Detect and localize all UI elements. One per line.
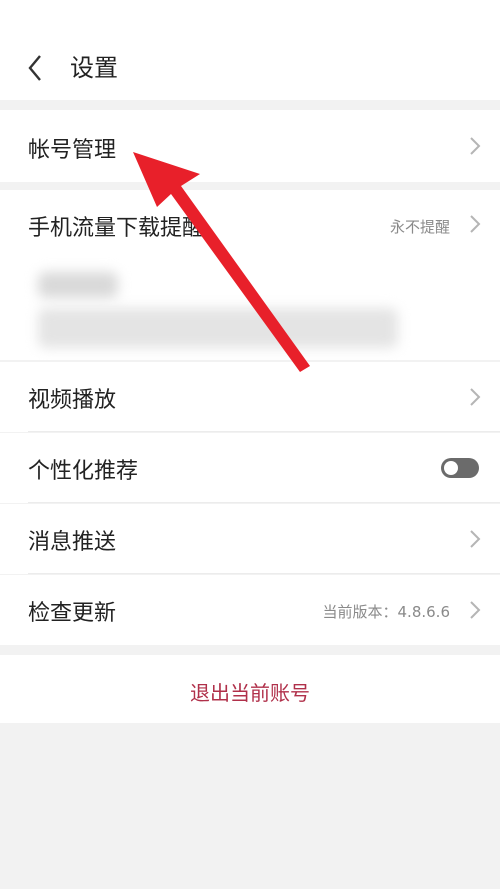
personalized-toggle[interactable]: [441, 458, 479, 478]
divider: [28, 573, 500, 574]
check-update-label: 检查更新: [28, 601, 117, 626]
video-playback-label: 视频播放: [28, 388, 117, 413]
row-video-playback[interactable]: 视频播放: [0, 362, 500, 432]
logout-button[interactable]: 退出当前账号: [0, 655, 500, 723]
logout-label: 退出当前账号: [190, 681, 310, 705]
divider: [28, 431, 500, 432]
chevron-right-icon: [470, 137, 481, 155]
chevron-right-icon: [470, 388, 481, 406]
personalized-label: 个性化推荐: [28, 459, 139, 484]
back-button[interactable]: [18, 50, 54, 86]
row-mobile-data-reminder[interactable]: 手机流量下载提醒 永不提醒: [0, 190, 500, 260]
page-title: 设置: [70, 54, 118, 82]
row-push-notifications[interactable]: 消息推送: [0, 504, 500, 574]
blurred-title: [38, 272, 118, 298]
blurred-row: [0, 260, 500, 360]
header: 设置: [0, 0, 500, 100]
mobile-data-value: 永不提醒: [389, 218, 450, 236]
row-check-update[interactable]: 检查更新 当前版本：4.8.6.6: [0, 575, 500, 645]
chevron-left-icon: [28, 55, 41, 81]
chevron-right-icon: [470, 215, 481, 233]
account-management-label: 帐号管理: [28, 138, 117, 163]
blurred-content: [38, 308, 398, 348]
push-label: 消息推送: [28, 530, 117, 555]
row-personalized-recommendation: 个性化推荐: [0, 433, 500, 503]
chevron-right-icon: [470, 601, 481, 619]
current-version-value: 当前版本：4.8.6.6: [322, 603, 450, 621]
mobile-data-label: 手机流量下载提醒: [28, 216, 205, 241]
row-account-management[interactable]: 帐号管理: [0, 110, 500, 182]
toggle-knob: [444, 461, 458, 475]
chevron-right-icon: [470, 530, 481, 548]
divider: [28, 502, 500, 503]
